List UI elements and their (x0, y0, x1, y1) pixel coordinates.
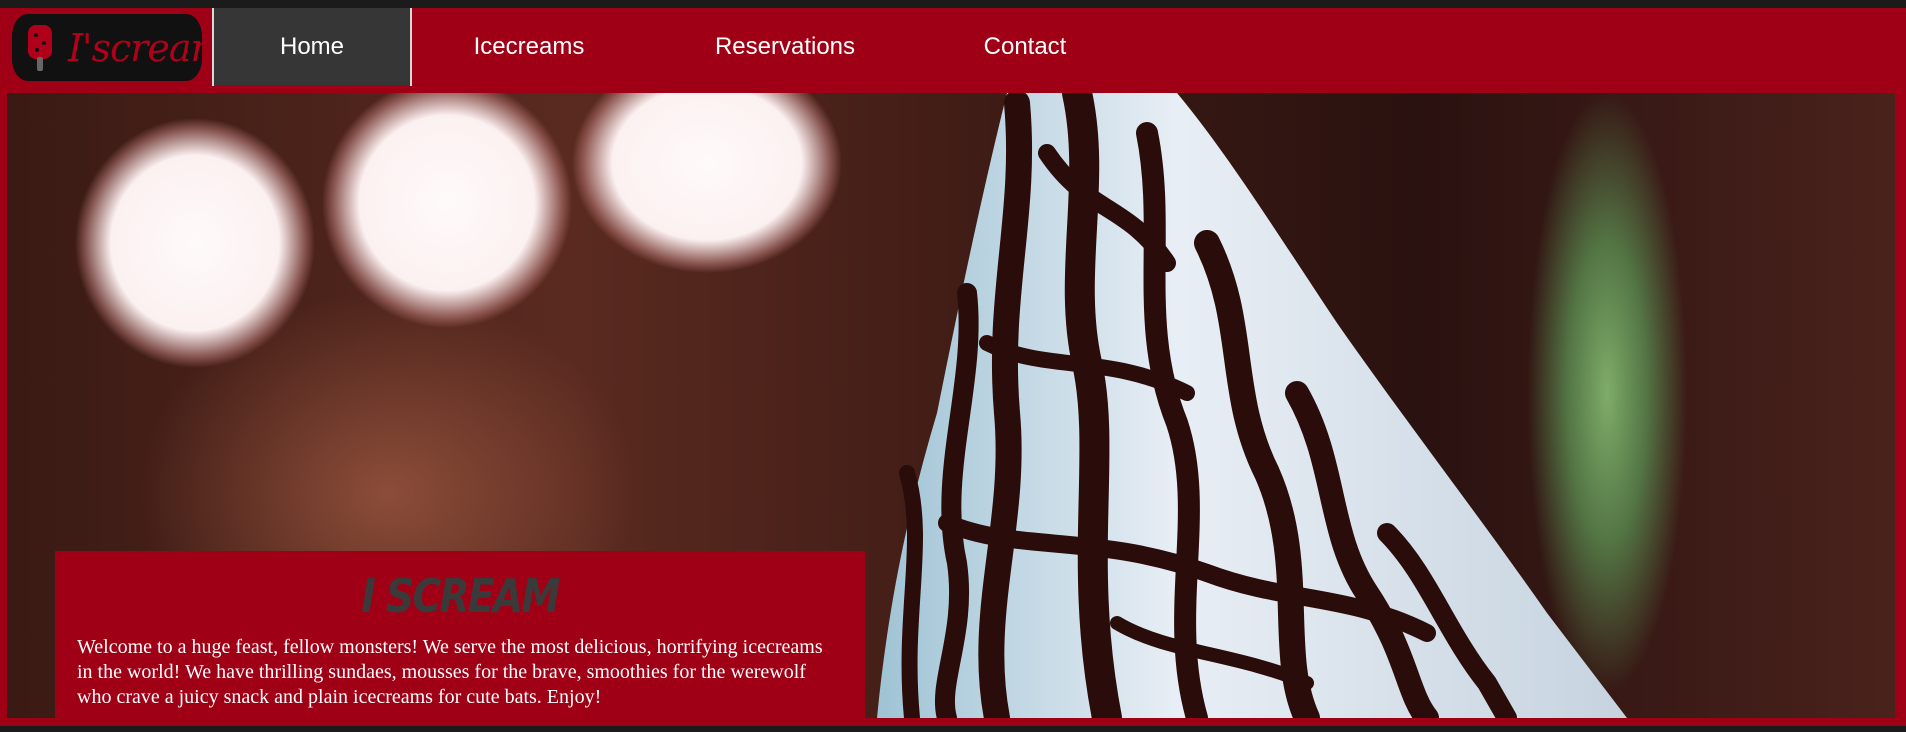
nav-contact[interactable]: Contact (960, 8, 1090, 86)
logo[interactable]: I'scream (12, 14, 202, 81)
nav-reservations[interactable]: Reservations (700, 8, 870, 86)
card-title: I SCREAM (361, 569, 560, 623)
hero-banner: I SCREAM Welcome to a huge feast, fellow… (7, 93, 1895, 718)
popsicle-icon (28, 25, 52, 71)
card-text: Welcome to a huge feast, fellow monsters… (77, 636, 823, 708)
nav-icecreams[interactable]: Icecreams (452, 8, 606, 86)
page-frame: I'scream Home Icecreams Reservations Con… (0, 8, 1906, 726)
logo-text: I'scream (68, 26, 202, 70)
nav-home[interactable]: Home (212, 8, 412, 86)
navbar: I'scream Home Icecreams Reservations Con… (0, 8, 1906, 93)
welcome-card: I SCREAM Welcome to a huge feast, fellow… (55, 551, 865, 718)
